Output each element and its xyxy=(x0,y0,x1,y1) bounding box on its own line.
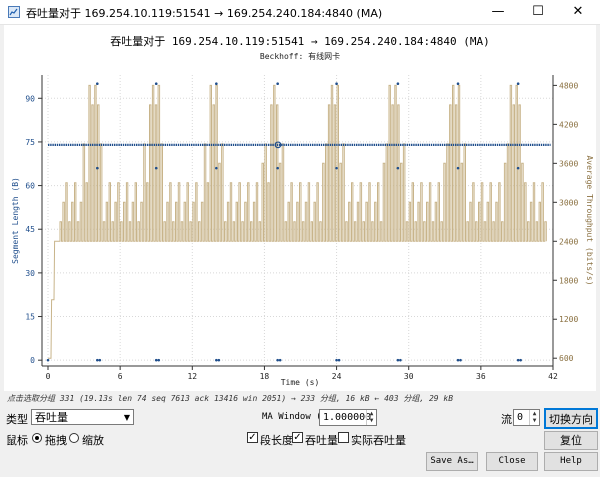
segment-length-point xyxy=(337,358,341,362)
type-select-value: 吞吐量 xyxy=(35,411,68,424)
segment-length-point xyxy=(335,358,338,362)
segment-length-label: 段长度 xyxy=(260,434,293,447)
segment-length-point xyxy=(278,358,282,362)
close-button[interactable]: Close xyxy=(486,452,538,471)
segment-length-point xyxy=(516,166,520,170)
segment-length-point xyxy=(335,166,338,170)
close-window-button[interactable]: ✕ xyxy=(558,0,598,24)
throughput-chart[interactable]: 吞吐量对于 169.254.10.119:51541 → 169.254.240… xyxy=(4,25,596,391)
drag-radio[interactable] xyxy=(32,433,42,443)
chart-subtitle: Beckhoff: 有线网卡 xyxy=(260,51,340,61)
y-axis-label-right: Average Throughput (bits/s) xyxy=(585,155,594,285)
window-title: 吞吐量对于 169.254.10.119:51541 → 169.254.240… xyxy=(26,7,383,20)
segment-length-point xyxy=(98,358,102,362)
segment-length-point xyxy=(215,358,218,362)
x-tick-label: 24 xyxy=(332,372,342,381)
spin-arrows-icon[interactable]: ▲ ▼ xyxy=(366,410,376,425)
x-tick-label: 30 xyxy=(404,372,414,381)
throughput-checkbox[interactable]: ✓ xyxy=(292,432,303,443)
x-tick-label: 42 xyxy=(548,372,558,381)
segment-length-point xyxy=(217,358,221,362)
y-axis-label-left: Segment Length (B) xyxy=(11,177,20,264)
y-tick-label-left: 60 xyxy=(25,182,35,191)
segment-length-point xyxy=(516,82,520,86)
type-label: 类型 xyxy=(6,413,28,426)
ma-window-input[interactable]: 1.000000 ▲ ▼ xyxy=(319,409,377,426)
segment-length-point xyxy=(154,82,158,86)
x-tick-label: 36 xyxy=(476,372,486,381)
segment-length-point xyxy=(215,82,218,86)
x-tick-label: 0 xyxy=(46,372,51,381)
type-select[interactable]: 吞吐量 ▼ xyxy=(31,409,134,425)
minimize-button[interactable]: — xyxy=(478,0,518,24)
y-tick-label-left: 30 xyxy=(25,269,35,278)
throughput-series-line xyxy=(48,84,547,359)
chevron-down-icon: ▼ xyxy=(123,413,130,422)
window-titlebar: 吞吐量对于 169.254.10.119:51541 → 169.254.240… xyxy=(0,0,600,25)
y-tick-label-right: 4200 xyxy=(559,120,578,129)
segment-length-point xyxy=(276,166,279,170)
maximize-button[interactable]: ☐ xyxy=(518,0,558,24)
segment-length-point xyxy=(516,358,520,362)
y-tick-label-right: 3600 xyxy=(559,159,578,168)
segment-length-point xyxy=(456,82,460,86)
segment-length-point xyxy=(459,358,462,362)
reset-button[interactable]: 复位 xyxy=(544,431,598,450)
x-tick-label: 12 xyxy=(187,372,197,381)
stream-label: 流 xyxy=(501,413,512,426)
goodput-checkbox[interactable] xyxy=(338,432,349,443)
y-tick-label-right: 4800 xyxy=(559,81,578,90)
y-tick-label-left: 45 xyxy=(25,225,35,234)
y-tick-label-right: 2400 xyxy=(559,237,578,246)
segment-length-point xyxy=(157,358,161,362)
segment-length-point xyxy=(335,82,338,86)
chart-title: 吞吐量对于 169.254.10.119:51541 → 169.254.240… xyxy=(110,34,490,48)
segment-length-point xyxy=(396,166,400,170)
segment-length-point xyxy=(399,358,402,362)
y-tick-label-left: 75 xyxy=(25,138,35,147)
y-tick-label-right: 600 xyxy=(559,354,574,363)
help-button[interactable]: Help xyxy=(544,452,598,471)
ma-window-value: 1.000000 xyxy=(323,412,372,423)
stream-input[interactable]: 0 ▲ ▼ xyxy=(513,409,540,426)
segment-length-point xyxy=(456,166,460,170)
drag-label: 拖拽 xyxy=(45,434,67,447)
segment-length-point xyxy=(96,358,99,362)
segment-length-point xyxy=(396,358,400,362)
goodput-label: 实际吞吐量 xyxy=(351,434,406,447)
y-tick-label-left: 90 xyxy=(25,94,35,103)
save-as-button[interactable]: Save As… xyxy=(426,452,478,471)
segment-length-point xyxy=(46,358,50,362)
status-text: 点击选取分组 331 (19.13s len 74 seq 7613 ack 1… xyxy=(7,394,454,403)
y-tick-label-left: 0 xyxy=(30,356,35,365)
y-tick-label-left: 15 xyxy=(25,313,35,322)
y-tick-label-right: 1800 xyxy=(559,276,578,285)
x-tick-label: 18 xyxy=(260,372,270,381)
segment-length-point xyxy=(96,82,99,86)
segment-length-point xyxy=(519,358,522,362)
zoom-radio[interactable] xyxy=(69,433,79,443)
stream-value: 0 xyxy=(517,412,524,423)
segment-length-point xyxy=(215,166,218,170)
mouse-label: 鼠标 xyxy=(6,434,28,447)
zoom-label: 缩放 xyxy=(82,434,104,447)
switch-direction-button[interactable]: 切换方向 xyxy=(544,408,598,429)
graph-area[interactable]: 吞吐量对于 169.254.10.119:51541 → 169.254.240… xyxy=(4,25,596,391)
app-icon xyxy=(8,6,20,18)
y-tick-label-right: 3000 xyxy=(559,198,578,207)
segment-length-point xyxy=(276,358,279,362)
throughput-label: 吞吐量 xyxy=(305,434,338,447)
y-tick-label-right: 1200 xyxy=(559,315,578,324)
x-tick-label: 6 xyxy=(118,372,123,381)
segment-length-point xyxy=(456,358,460,362)
x-axis-label: Time (s) xyxy=(281,378,320,387)
segment-length-point xyxy=(276,82,279,86)
segment-length-point xyxy=(96,166,99,170)
segment-length-checkbox[interactable]: ✓ xyxy=(247,432,258,443)
segment-length-point xyxy=(154,166,158,170)
segment-length-point xyxy=(154,358,158,362)
segment-length-point xyxy=(396,82,400,86)
spin-arrows-icon[interactable]: ▲ ▼ xyxy=(529,410,539,425)
